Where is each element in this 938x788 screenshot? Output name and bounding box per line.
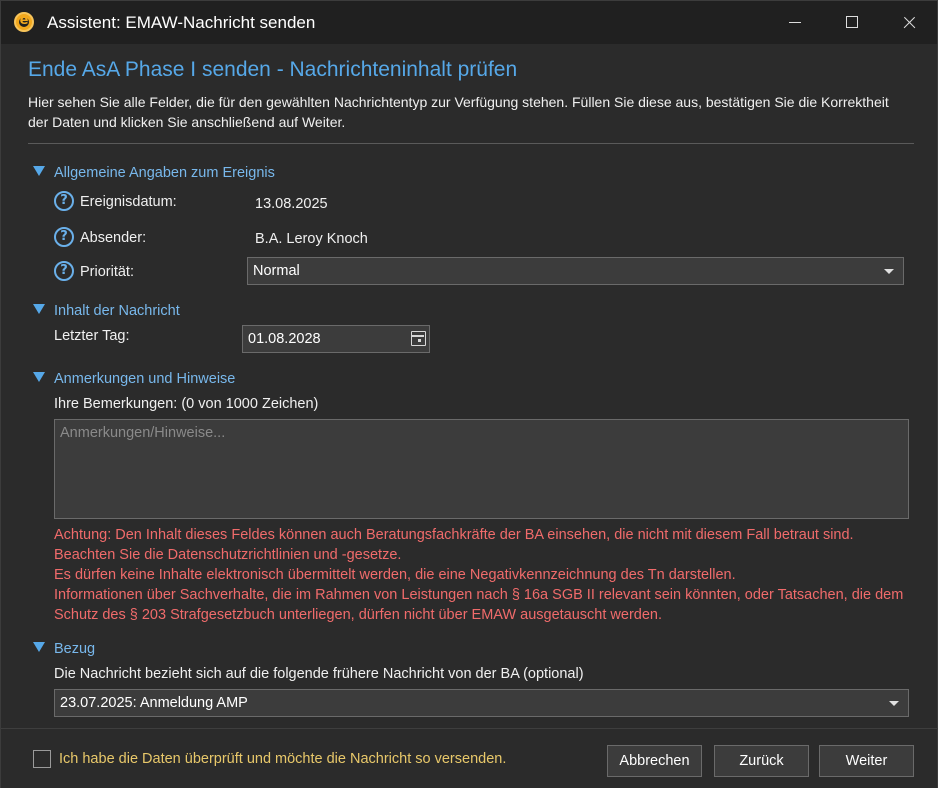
maximize-icon (846, 16, 858, 28)
sender-value: B.A. Leroy Knoch (255, 231, 368, 247)
last-day-date-input[interactable]: 01.08.2028 (242, 325, 430, 353)
warning-line: Informationen über Sachverhalte, die im … (54, 587, 904, 623)
last-day-label: Letzter Tag: (54, 328, 130, 344)
collapse-triangle-icon[interactable] (33, 304, 45, 314)
section-content-header[interactable]: Inhalt der Nachricht (33, 303, 180, 319)
maximize-button[interactable] (823, 1, 881, 44)
minimize-icon (789, 22, 801, 23)
chevron-down-icon (884, 269, 894, 274)
assistant-window: e Assistent: EMAW-Nachricht senden Ende … (0, 0, 938, 788)
next-button[interactable]: Weiter (819, 745, 914, 777)
window-title: Assistent: EMAW-Nachricht senden (47, 13, 316, 32)
footer-bar: Ich habe die Daten überprüft und möchte … (1, 728, 937, 788)
title-bar[interactable]: e Assistent: EMAW-Nachricht senden (1, 1, 937, 44)
event-date-value: 13.08.2025 (255, 196, 328, 212)
chevron-down-icon (889, 701, 899, 706)
section-reference-header[interactable]: Bezug (33, 641, 95, 657)
priority-select-value: Normal (253, 263, 300, 279)
reference-select[interactable]: 23.07.2025: Anmeldung AMP (54, 689, 909, 717)
cancel-button[interactable]: Abbrechen (607, 745, 702, 777)
reference-label: Die Nachricht bezieht sich auf die folge… (54, 666, 584, 682)
sender-label: Absender: (80, 230, 147, 246)
intro-text: Hier sehen Sie alle Felder, die für den … (28, 94, 889, 130)
remarks-label: Ihre Bemerkungen: (0 von 1000 Zeichen) (54, 396, 319, 412)
collapse-triangle-icon[interactable] (33, 166, 45, 176)
warning-line: Es dürfen keine Inhalte elektronisch übe… (54, 567, 736, 583)
confirm-checkbox-label[interactable]: Ich habe die Daten überprüft und möchte … (59, 751, 506, 767)
section-remarks-header[interactable]: Anmerkungen und Hinweise (33, 371, 235, 387)
last-day-value: 01.08.2028 (248, 331, 321, 347)
help-icon[interactable]: ? (54, 261, 74, 281)
privacy-warning: Achtung: Den Inhalt dieses Feldes können… (54, 525, 914, 625)
collapse-triangle-icon[interactable] (33, 372, 45, 382)
remarks-textarea[interactable] (54, 419, 909, 519)
warning-line: Beachten Sie die Datenschutzrichtlinien … (54, 547, 402, 563)
warning-line: Achtung: Den Inhalt dieses Feldes können… (54, 527, 854, 543)
priority-select[interactable]: Normal (247, 257, 904, 285)
back-button[interactable]: Zurück (714, 745, 809, 777)
help-icon[interactable]: ? (54, 227, 74, 247)
close-button[interactable] (880, 1, 938, 44)
page-title: Ende AsA Phase I senden - Nachrichteninh… (28, 58, 518, 81)
app-logo-icon: e (14, 12, 34, 32)
divider (28, 143, 914, 144)
reference-select-value: 23.07.2025: Anmeldung AMP (60, 695, 248, 711)
section-general-header[interactable]: Allgemeine Angaben zum Ereignis (33, 165, 275, 181)
event-date-label: Ereignisdatum: (80, 194, 177, 210)
help-icon[interactable]: ? (54, 191, 74, 211)
collapse-triangle-icon[interactable] (33, 642, 45, 652)
confirm-checkbox[interactable] (33, 750, 51, 768)
minimize-button[interactable] (766, 1, 824, 44)
calendar-icon[interactable] (411, 331, 426, 346)
priority-label: Priorität: (80, 264, 134, 280)
